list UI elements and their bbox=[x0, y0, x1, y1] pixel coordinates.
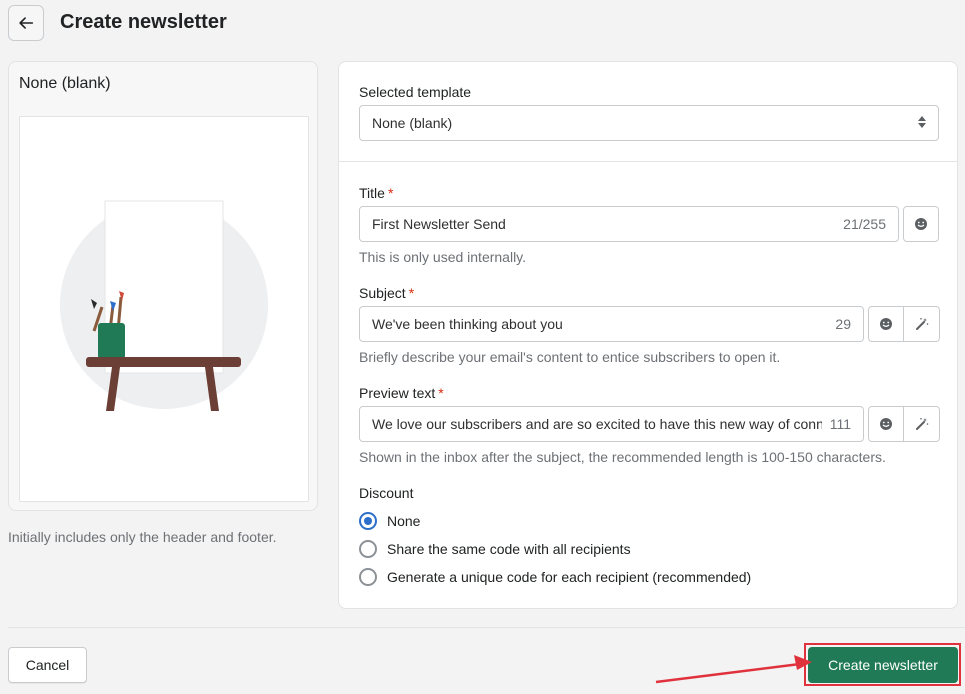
preview-text-input-value: We love our subscribers and are so excit… bbox=[372, 416, 822, 432]
select-arrows-icon bbox=[918, 116, 926, 128]
subject-help-text: Briefly describe your email's content to… bbox=[359, 349, 781, 365]
title-emoji-button[interactable] bbox=[903, 206, 939, 242]
emoji-icon bbox=[915, 218, 927, 230]
preview-text-char-count: 111 bbox=[821, 416, 863, 432]
discount-option-label: Share the same code with all recipients bbox=[387, 541, 631, 557]
preview-text-label: Preview text * bbox=[359, 385, 444, 401]
template-preview-frame bbox=[19, 116, 309, 502]
newsletter-form-card: Selected template None (blank) Title * Fi… bbox=[338, 61, 958, 609]
page-title: Create newsletter bbox=[60, 11, 227, 33]
subject-input[interactable]: We've been thinking about you 29 bbox=[359, 306, 864, 342]
required-mark: * bbox=[438, 385, 444, 401]
preview-template-name: None (blank) bbox=[19, 75, 111, 92]
subject-emoji-button[interactable] bbox=[868, 306, 904, 342]
magic-wand-icon bbox=[915, 418, 928, 430]
subject-label: Subject * bbox=[359, 285, 415, 301]
title-input-value: First Newsletter Send bbox=[372, 216, 506, 232]
create-newsletter-button[interactable]: Create newsletter bbox=[808, 647, 958, 683]
emoji-icon bbox=[880, 418, 892, 430]
template-label: Selected template bbox=[359, 84, 472, 100]
template-select[interactable]: None (blank) bbox=[359, 105, 939, 141]
preview-text-input[interactable]: We love our subscribers and are so excit… bbox=[359, 406, 864, 442]
template-preview-card: None (blank) bbox=[8, 61, 318, 511]
subject-char-count: 29 bbox=[827, 316, 863, 332]
discount-option-shared-code[interactable]: Share the same code with all recipients bbox=[359, 540, 631, 558]
emoji-icon bbox=[880, 318, 892, 330]
discount-option-unique-code[interactable]: Generate a unique code for each recipien… bbox=[359, 568, 751, 586]
footer-divider bbox=[8, 627, 965, 628]
preview-text-magic-button[interactable] bbox=[904, 406, 940, 442]
preview-text-emoji-button[interactable] bbox=[868, 406, 904, 442]
radio-unselected-icon[interactable] bbox=[359, 540, 377, 558]
required-mark: * bbox=[408, 285, 415, 301]
required-mark: * bbox=[387, 185, 394, 201]
preview-note: Initially includes only the header and f… bbox=[8, 529, 277, 545]
discount-label: Discount bbox=[359, 485, 414, 501]
subject-input-value: We've been thinking about you bbox=[372, 316, 563, 332]
title-label: Title * bbox=[359, 185, 394, 201]
title-help-text: This is only used internally. bbox=[359, 249, 527, 265]
subject-magic-button[interactable] bbox=[904, 306, 940, 342]
radio-selected-icon[interactable] bbox=[359, 512, 377, 530]
discount-option-none[interactable]: None bbox=[359, 512, 420, 530]
discount-option-label: None bbox=[387, 513, 421, 529]
easel-illustration bbox=[60, 200, 268, 411]
discount-option-label: Generate a unique code for each recipien… bbox=[387, 569, 752, 585]
title-char-count: 21/255 bbox=[835, 216, 898, 232]
arrow-left-icon bbox=[19, 17, 34, 29]
preview-text-help-text: Shown in the inbox after the subject, th… bbox=[359, 449, 886, 465]
back-button[interactable] bbox=[8, 5, 44, 41]
title-input[interactable]: First Newsletter Send 21/255 bbox=[359, 206, 899, 242]
magic-wand-icon bbox=[915, 318, 928, 330]
template-select-value: None (blank) bbox=[372, 115, 453, 131]
radio-unselected-icon[interactable] bbox=[359, 568, 377, 586]
section-divider bbox=[339, 161, 957, 162]
cancel-button[interactable]: Cancel bbox=[8, 647, 87, 683]
